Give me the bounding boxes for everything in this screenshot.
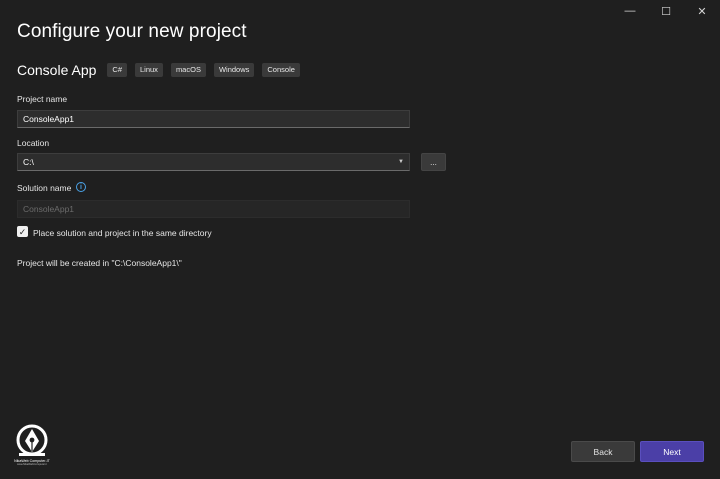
solution-name-label: Solution name xyxy=(17,183,72,193)
same-directory-checkbox[interactable]: ✓ xyxy=(17,226,28,237)
maximize-button[interactable]: ☐ xyxy=(648,0,684,22)
tag-windows: Windows xyxy=(213,63,255,77)
watermark-url: www.NikaWebComputer.ir xyxy=(16,463,48,466)
location-label: Location xyxy=(17,138,50,148)
template-info: Console App C# Linux macOS Windows Conso… xyxy=(17,62,308,78)
tag-macos: macOS xyxy=(170,63,206,77)
project-path-note: Project will be created in "C:\ConsoleAp… xyxy=(17,258,182,268)
project-name-label: Project name xyxy=(17,94,68,104)
tag-csharp: C# xyxy=(107,63,127,77)
back-button[interactable]: Back xyxy=(571,441,635,462)
pen-nib-icon xyxy=(16,424,48,456)
window-controls: — ☐ ✕ xyxy=(612,0,720,22)
next-button[interactable]: Next xyxy=(640,441,704,462)
location-combobox[interactable]: C:\ ▼ xyxy=(17,153,410,171)
minimize-button[interactable]: — xyxy=(612,0,648,22)
tag-linux: Linux xyxy=(135,63,163,77)
tag-console: Console xyxy=(262,63,300,77)
same-directory-label[interactable]: Place solution and project in the same d… xyxy=(33,228,212,238)
page-title: Configure your new project xyxy=(17,21,247,42)
project-name-input[interactable]: ConsoleApp1 xyxy=(17,110,410,128)
solution-name-input[interactable]: ConsoleApp1 xyxy=(17,200,410,218)
template-name: Console App xyxy=(17,62,97,78)
watermark-logo: NikaWeb Computer-IT www.NikaWebComputer.… xyxy=(8,424,56,474)
browse-button[interactable]: ... xyxy=(421,153,446,171)
chevron-down-icon[interactable]: ▼ xyxy=(398,154,404,170)
close-button[interactable]: ✕ xyxy=(684,0,720,22)
info-icon[interactable]: i xyxy=(76,182,86,192)
location-value: C:\ xyxy=(23,157,34,167)
